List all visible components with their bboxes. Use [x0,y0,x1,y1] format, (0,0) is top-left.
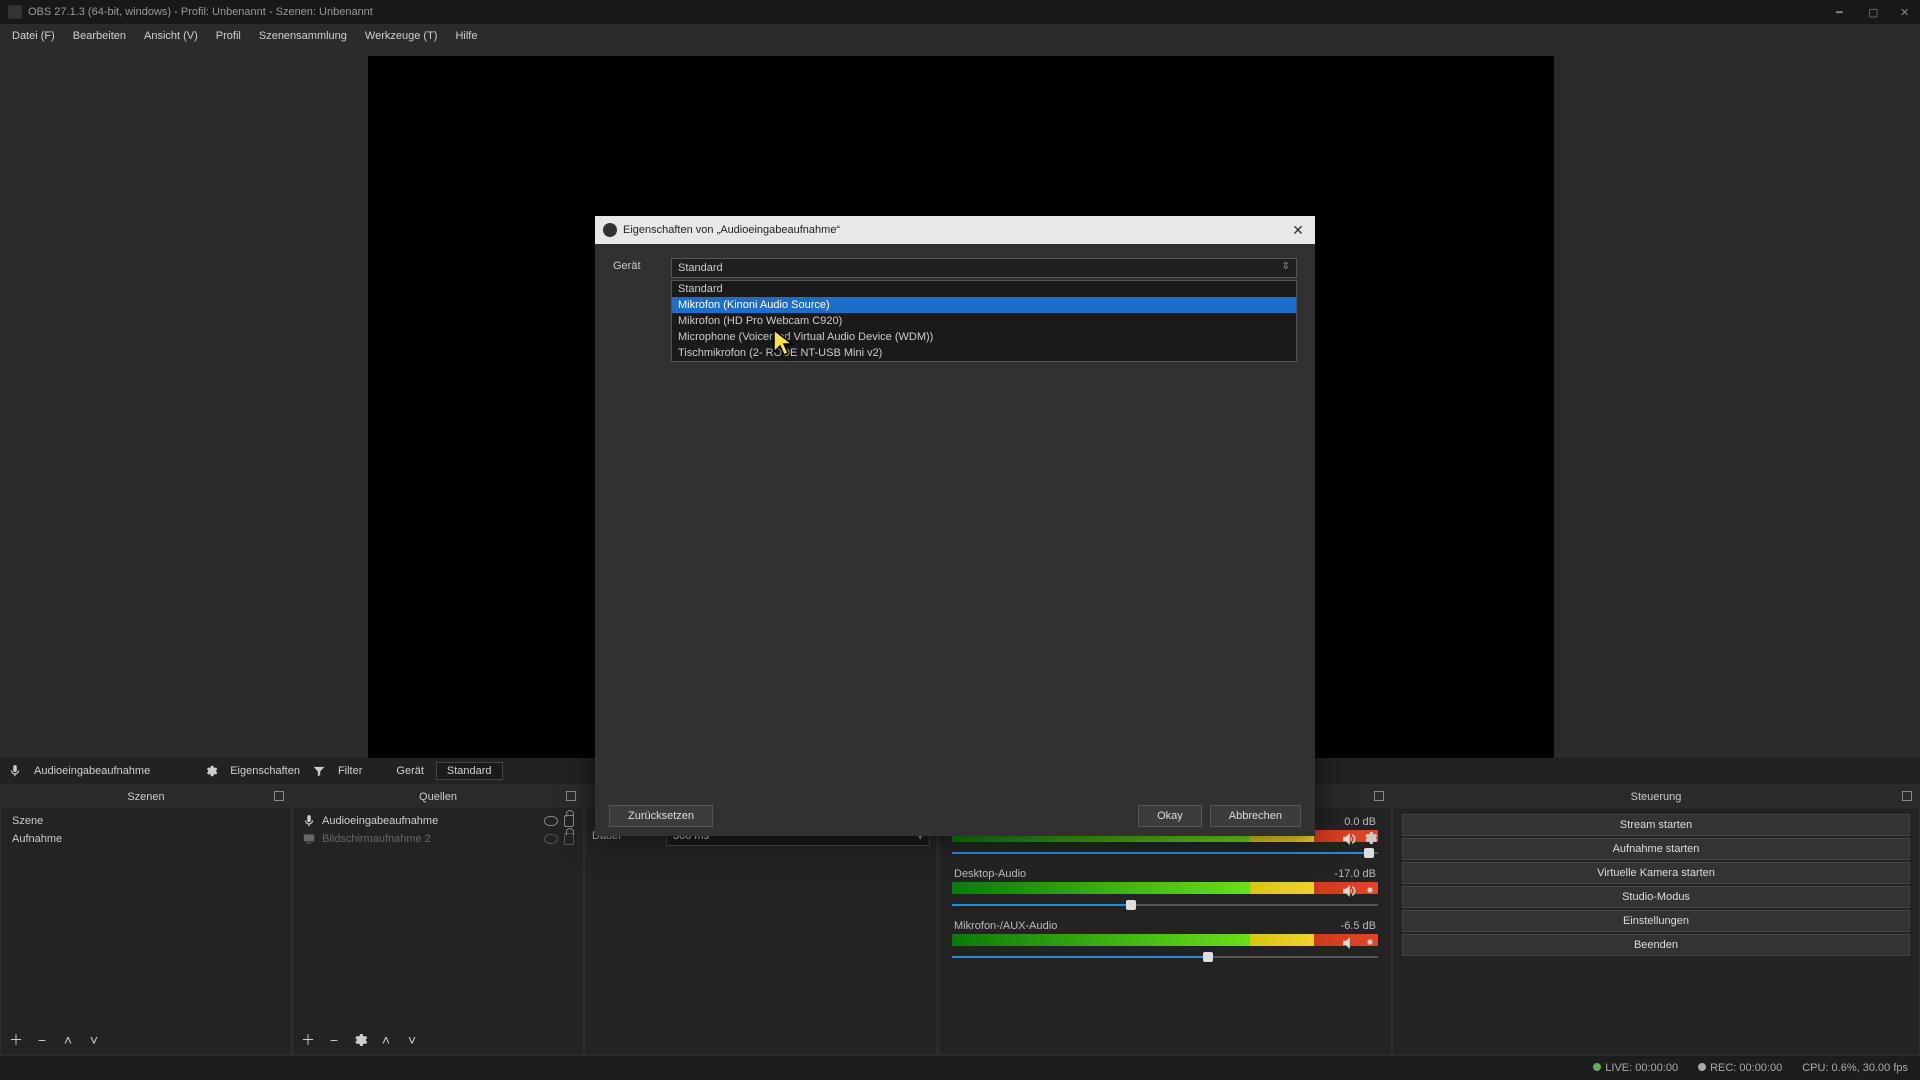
filter-icon[interactable] [312,764,326,778]
display-capture-icon [302,832,316,846]
move-up-button[interactable]: ˄ [378,1032,394,1048]
channel-db: 0.0 dB [1344,816,1376,828]
scenes-panel: Szenen Szene Aufnahme ＋ − ˄ ˅ [2,786,290,1054]
dialog-titlebar[interactable]: Eigenschaften von „Audioeingabeaufnahme“… [595,216,1315,244]
channel-name: Mikrofon-/AUX-Audio [954,920,1057,932]
exit-button[interactable]: Beenden [1402,934,1910,956]
device-option[interactable]: Microphone (Voicemod Virtual Audio Devic… [672,329,1296,345]
source-toolbar-name: Audioeingabeaufnahme [34,765,150,777]
dialog-icon [603,223,617,237]
visibility-toggle-icon[interactable] [544,834,558,844]
studio-mode-button[interactable]: Studio-Modus [1402,886,1910,908]
channel-settings-button[interactable] [1362,882,1378,898]
source-name: Audioeingabeaufnahme [322,815,438,827]
device-option[interactable]: Tischmikrofon (2- RODE NT-USB Mini v2) [672,345,1296,361]
microphone-icon [8,764,22,778]
device-dropdown-list: Standard Mikrofon (Kinoni Audio Source) … [671,280,1297,362]
volume-slider[interactable] [952,952,1378,962]
mixer-channel: Desktop-Audio -17.0 dB [952,868,1378,910]
popout-icon[interactable] [1902,791,1912,801]
popout-icon[interactable] [274,791,284,801]
menu-bar: Datei (F) Bearbeiten Ansicht (V) Profil … [0,24,1920,48]
ok-button[interactable]: Okay [1138,805,1202,827]
start-recording-button[interactable]: Aufnahme starten [1402,838,1910,860]
channel-name: Desktop-Audio [954,868,1026,880]
maximize-icon[interactable]: ▢ [1868,6,1880,18]
rec-indicator-icon [1698,1063,1706,1071]
menu-scene-collection[interactable]: Szenensammlung [251,27,355,45]
microphone-icon [302,814,316,828]
app-logo-icon [8,5,22,19]
start-stream-button[interactable]: Stream starten [1402,814,1910,836]
dialog-close-button[interactable]: ✕ [1289,222,1307,239]
settings-button[interactable]: Einstellungen [1402,910,1910,932]
controls-panel: Steuerung Stream starten Aufnahme starte… [1394,786,1918,1054]
add-source-button[interactable]: ＋ [300,1032,316,1048]
source-row[interactable]: Bildschirmaufnahme 2 [300,830,576,848]
window-titlebar: OBS 27.1.3 (64-bit, windows) - Profil: U… [0,0,1920,24]
visibility-toggle-icon[interactable] [544,816,558,826]
popout-icon[interactable] [1374,791,1384,801]
device-option[interactable]: Mikrofon (HD Pro Webcam C920) [672,313,1296,329]
mute-button[interactable] [1340,882,1356,898]
menu-view[interactable]: Ansicht (V) [136,27,206,45]
properties-dialog: Eigenschaften von „Audioeingabeaufnahme“… [595,216,1315,836]
scene-item[interactable]: Aufnahme [8,830,284,848]
window-title: OBS 27.1.3 (64-bit, windows) - Profil: U… [28,6,373,18]
properties-button[interactable]: Eigenschaften [230,765,300,777]
live-indicator-icon [1593,1063,1601,1071]
dialog-title: Eigenschaften von „Audioeingabeaufnahme“ [623,224,840,236]
sources-title: Quellen [419,791,457,803]
lock-icon[interactable] [564,833,574,845]
channel-db: -17.0 dB [1334,868,1376,880]
filter-button[interactable]: Filter [338,765,362,777]
popout-icon[interactable] [566,791,576,801]
device-field-label: Gerät [613,258,657,278]
level-meter [952,934,1378,946]
mute-button[interactable] [1340,934,1356,950]
gear-icon[interactable] [204,764,218,778]
scenes-title: Szenen [127,791,164,803]
mute-button[interactable] [1340,830,1356,846]
close-icon[interactable]: ✕ [1900,6,1912,18]
menu-profile[interactable]: Profil [208,27,249,45]
live-status: LIVE: 00:00:00 [1605,1062,1678,1074]
mixer-channel: Mikrofon-/AUX-Audio -6.5 dB [952,920,1378,962]
source-settings-button[interactable] [352,1032,368,1048]
status-bar: LIVE: 00:00:00 REC: 00:00:00 CPU: 0.6%, … [0,1056,1920,1080]
start-virtual-cam-button[interactable]: Virtuelle Kamera starten [1402,862,1910,884]
cpu-status: CPU: 0.6%, 30.00 fps [1802,1062,1908,1074]
cancel-button[interactable]: Abbrechen [1210,805,1301,827]
menu-help[interactable]: Hilfe [447,27,485,45]
device-option[interactable]: Standard [672,281,1296,297]
controls-title: Steuerung [1631,791,1682,803]
menu-edit[interactable]: Bearbeiten [65,27,134,45]
device-label: Gerät [396,765,424,777]
reset-button[interactable]: Zurücksetzen [609,805,713,827]
scene-item[interactable]: Szene [8,812,284,830]
move-down-button[interactable]: ˅ [404,1032,420,1048]
remove-source-button[interactable]: − [326,1032,342,1048]
rec-status: REC: 00:00:00 [1710,1062,1782,1074]
minimize-icon[interactable]: ━ [1836,6,1848,18]
level-meter [952,882,1378,894]
volume-slider[interactable] [952,900,1378,910]
sources-panel: Quellen Audioeingabeaufnahme Bildschirma… [294,786,582,1054]
device-combobox[interactable]: Standard [671,258,1297,278]
move-down-button[interactable]: ˅ [86,1032,102,1048]
add-scene-button[interactable]: ＋ [8,1032,24,1048]
channel-settings-button[interactable] [1362,830,1378,846]
menu-file[interactable]: Datei (F) [4,27,63,45]
device-option[interactable]: Mikrofon (Kinoni Audio Source) [672,297,1296,313]
source-row[interactable]: Audioeingabeaufnahme [300,812,576,830]
source-name: Bildschirmaufnahme 2 [322,833,431,845]
channel-settings-button[interactable] [1362,934,1378,950]
lock-icon[interactable] [564,815,574,827]
remove-scene-button[interactable]: − [34,1032,50,1048]
device-value[interactable]: Standard [436,762,503,780]
volume-slider[interactable] [952,848,1378,858]
channel-db: -6.5 dB [1341,920,1376,932]
menu-tools[interactable]: Werkzeuge (T) [357,27,446,45]
move-up-button[interactable]: ˄ [60,1032,76,1048]
